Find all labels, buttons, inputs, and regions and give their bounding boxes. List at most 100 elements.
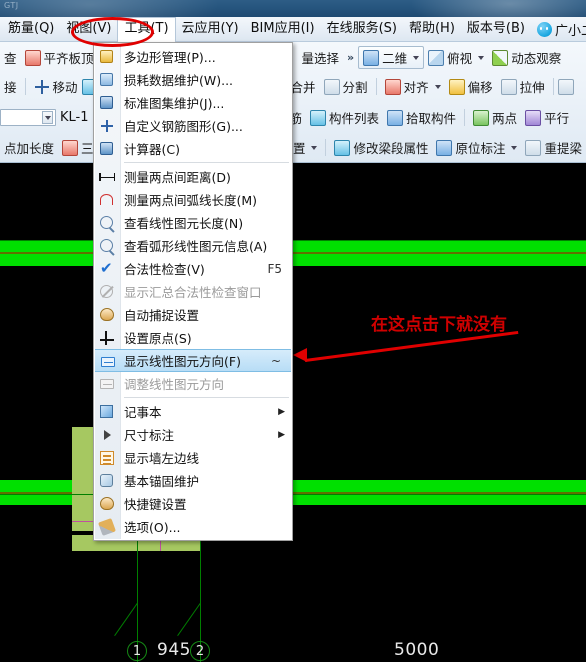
view-2d-button[interactable]: 二维 bbox=[358, 46, 425, 69]
chevron-down-icon[interactable] bbox=[511, 145, 518, 150]
drawing-canvas[interactable]: 1 2 945 5000 在这点击下就没有 bbox=[0, 163, 586, 662]
menu-item-standard-atlas[interactable]: 标准图集维护(J)... bbox=[94, 91, 292, 114]
custom-rebar-shape-icon bbox=[98, 117, 115, 134]
modify-beam-segment-button[interactable]: 修改梁段属性 bbox=[330, 138, 432, 157]
connect-label: 接 bbox=[4, 80, 17, 95]
component-list-button[interactable]: 构件列表 bbox=[306, 108, 383, 127]
menu-item-polygon-manage[interactable]: 多边形管理(P)... bbox=[94, 45, 292, 68]
menu-item-custom-rebar-shape[interactable]: 自定义钢筋图形(G)... bbox=[94, 114, 292, 137]
connect-button[interactable]: 接 bbox=[0, 77, 21, 96]
orbit-label: 动态观察 bbox=[511, 51, 562, 66]
pick-component-button[interactable]: 拾取构件 bbox=[383, 108, 460, 127]
batch-select-label: 量选择 bbox=[301, 51, 340, 66]
dynamic-orbit-button[interactable]: 动态观察 bbox=[488, 48, 565, 67]
menu-item-set-origin[interactable]: 设置原点(S) bbox=[94, 326, 292, 349]
dimension-icon bbox=[98, 426, 115, 443]
menu-item-measure-arc[interactable]: 测量两点间弧线长度(M) bbox=[94, 188, 292, 211]
stretch-label: 拉伸 bbox=[519, 80, 545, 95]
chevron-down-icon[interactable] bbox=[434, 84, 441, 89]
menu-cloud[interactable]: 云应用(Y) bbox=[176, 18, 245, 40]
menu-item-show-line-direction[interactable]: 显示线性图元方向(F) ~ bbox=[95, 349, 291, 372]
toolbar-separator bbox=[464, 109, 466, 126]
menu-item-view-arc-info[interactable]: 查看弧形线性图元信息(A) bbox=[94, 234, 292, 257]
user-avatar-icon[interactable] bbox=[536, 21, 552, 37]
menu-item-view-line-length[interactable]: 查看线性图元长度(N) bbox=[94, 211, 292, 234]
menu-item-label: 自定义钢筋图形(G)... bbox=[124, 119, 243, 134]
in-place-note-button[interactable]: 原位标注 bbox=[432, 138, 521, 157]
move-button[interactable]: 移动 bbox=[30, 77, 82, 96]
summary-check-icon bbox=[98, 283, 115, 300]
menu-item-validity-check[interactable]: ✔ 合法性检查(V) F5 bbox=[94, 257, 292, 280]
window-title: GTJ bbox=[4, 1, 19, 10]
validity-check-icon: ✔ bbox=[100, 259, 113, 277]
menu-online-service[interactable]: 在线服务(S) bbox=[321, 18, 403, 40]
menu-item-label: 标准图集维护(J)... bbox=[124, 96, 225, 111]
toolbar-row-1: 查 平齐板顶 量选择 » 二维 俯视 动态观察 bbox=[0, 44, 586, 71]
top-view-label: 俯视 bbox=[447, 51, 473, 66]
two-point-button[interactable]: 两点 bbox=[469, 108, 521, 127]
menu-item-auto-snap-settings[interactable]: 自动捕捉设置 bbox=[94, 303, 292, 326]
align-button[interactable]: 对齐 bbox=[381, 77, 445, 96]
menu-item-show-wall-left-edge[interactable]: 显示墙左边线 bbox=[94, 446, 292, 469]
offset-button[interactable]: 偏移 bbox=[445, 77, 497, 96]
component-type-combobox[interactable] bbox=[0, 109, 56, 126]
toolbar-row-2: 接 移动 合并 分割 对齐 偏移 拉伸 bbox=[0, 73, 586, 100]
beam-element-top[interactable] bbox=[0, 240, 586, 266]
menu-item-label: 显示线性图元方向(F) bbox=[124, 354, 241, 369]
view-line-length-icon bbox=[98, 214, 115, 231]
menu-item-label: 查看弧形线性图元信息(A) bbox=[124, 239, 268, 254]
axis-label-2: 2 bbox=[190, 641, 210, 661]
move-label: 移动 bbox=[52, 80, 78, 95]
red-ellipse-around-tools-menu bbox=[71, 17, 154, 47]
menu-item-loss-data[interactable]: 损耗数据维护(W)... bbox=[94, 68, 292, 91]
options-icon bbox=[98, 518, 116, 536]
chevron-down-icon[interactable] bbox=[413, 55, 420, 60]
axis-label-1: 1 bbox=[127, 641, 147, 661]
chevron-down-icon[interactable] bbox=[478, 55, 485, 60]
standard-atlas-icon bbox=[98, 94, 115, 111]
point-add-length-button[interactable]: 点加长度 bbox=[0, 138, 58, 157]
menu-item-dimension[interactable]: 尺寸标注 ▶ bbox=[94, 423, 292, 446]
top-view-button[interactable]: 俯视 bbox=[424, 48, 488, 67]
menu-help[interactable]: 帮助(H) bbox=[403, 18, 461, 40]
component-list-icon bbox=[310, 109, 327, 126]
tools-dropdown-menu[interactable]: 多边形管理(P)... 损耗数据维护(W)... 标准图集维护(J)... 自定… bbox=[93, 42, 293, 541]
menu-item-adjust-line-direction: 调整线性图元方向 bbox=[94, 372, 292, 395]
toolbar-separator bbox=[552, 78, 554, 95]
move-icon bbox=[34, 79, 50, 95]
menu-item-basic-anchorage[interactable]: 基本锚固维护 bbox=[94, 469, 292, 492]
chevron-double-right-icon: » bbox=[347, 51, 355, 64]
split-button[interactable]: 分割 bbox=[320, 77, 372, 96]
menu-item-label: 自动捕捉设置 bbox=[124, 308, 200, 323]
stretch-button[interactable]: 拉伸 bbox=[497, 77, 549, 96]
menu-item-options[interactable]: 选项(O)... bbox=[94, 515, 292, 538]
auto-snap-icon bbox=[98, 306, 115, 323]
menu-quantity[interactable]: 筋量(Q) bbox=[2, 18, 60, 40]
anchorage-icon bbox=[98, 472, 115, 489]
menu-bim[interactable]: BIM应用(I) bbox=[245, 18, 321, 40]
menu-item-shortcut-settings[interactable]: 快捷键设置 bbox=[94, 492, 292, 515]
title-bar: GTJ bbox=[0, 0, 586, 17]
menu-version[interactable]: 版本号(B) bbox=[461, 18, 531, 40]
dimension-5000: 5000 bbox=[394, 640, 440, 660]
menu-item-label: 选项(O)... bbox=[124, 520, 181, 535]
check-button[interactable]: 查 bbox=[0, 48, 21, 67]
menu-item-notepad[interactable]: 记事本 ▶ bbox=[94, 400, 292, 423]
grid-line-horizontal bbox=[0, 494, 586, 495]
parallel-button[interactable]: 平行 bbox=[521, 108, 573, 127]
flat-slab-top-button[interactable]: 平齐板顶 bbox=[21, 48, 98, 67]
re-extract-beam-button[interactable]: 重提梁 bbox=[521, 138, 586, 157]
parallel-icon bbox=[525, 109, 542, 126]
menu-item-calculator[interactable]: 计算器(C) bbox=[94, 137, 292, 160]
offset-label: 偏移 bbox=[467, 80, 493, 95]
loss-data-icon bbox=[98, 71, 115, 88]
edit-pencil-icon[interactable] bbox=[557, 78, 574, 95]
view-2d-label: 二维 bbox=[382, 51, 408, 66]
chevron-down-icon[interactable] bbox=[311, 145, 318, 150]
orbit-icon bbox=[492, 49, 509, 66]
calculator-icon bbox=[98, 140, 115, 157]
batch-select-button[interactable]: 量选择 bbox=[298, 48, 344, 67]
toolbar-overflow-button[interactable]: » bbox=[343, 51, 358, 64]
menu-item-measure-distance[interactable]: 测量两点间距离(D) bbox=[94, 165, 292, 188]
submenu-arrow-icon: ▶ bbox=[278, 429, 285, 440]
